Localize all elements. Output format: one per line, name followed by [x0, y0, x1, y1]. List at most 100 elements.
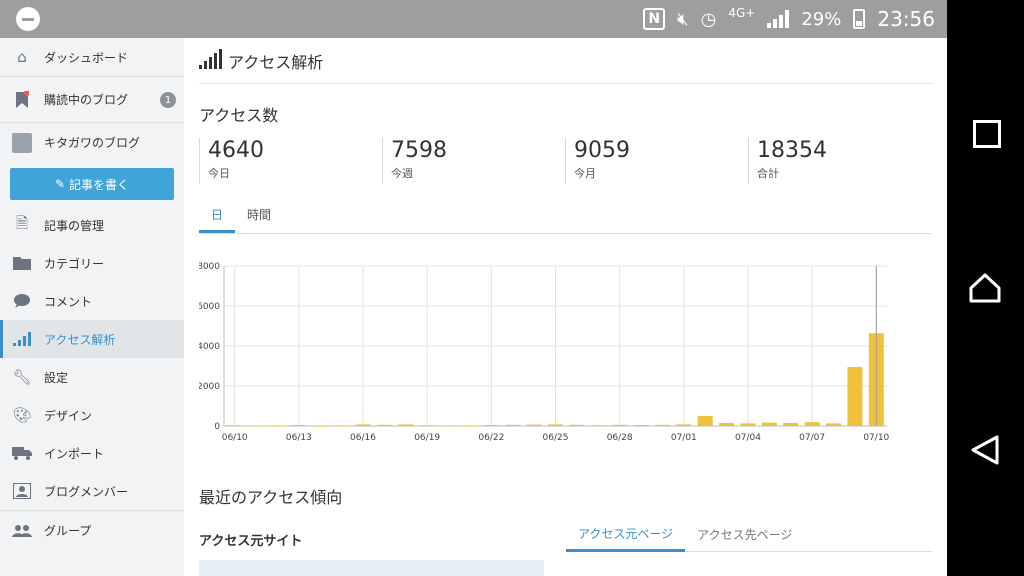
- sidebar-item-label: キタガワのブログ: [44, 136, 141, 150]
- android-nav-bar: [947, 0, 1024, 576]
- sidebar-item-label: コメント: [44, 294, 93, 309]
- chart-bar: [740, 423, 756, 426]
- bookmark-icon: [12, 90, 32, 110]
- sidebar-item-design[interactable]: 🎨︎ デザイン: [0, 396, 184, 434]
- write-article-button[interactable]: ✎ 記事を書く: [10, 168, 174, 200]
- sidebar-item-label: アクセス解析: [44, 332, 116, 347]
- main-content: アクセス解析 アクセス数 4640 今日 7598 今週 9059 今月 183…: [184, 38, 947, 576]
- edit-icon: ✎: [54, 177, 66, 191]
- notification-dnd-icon: [16, 7, 40, 31]
- x-tick-label: 07/10: [863, 433, 889, 443]
- chart-bar: [355, 424, 371, 426]
- chart-bar: [654, 424, 670, 426]
- chart-bar: [398, 424, 414, 426]
- back-triangle-icon: [971, 435, 999, 465]
- sidebar-item-label: グループ: [44, 524, 92, 538]
- chart-bar: [441, 425, 457, 427]
- y-tick-label: 2000: [199, 382, 220, 392]
- clock: 23:56: [877, 7, 935, 31]
- back-button[interactable]: [967, 432, 1003, 468]
- x-tick-label: 06/19: [414, 433, 440, 443]
- chart-bar: [633, 425, 649, 426]
- stat-total: 18354 合計: [748, 138, 931, 184]
- y-tick-label: 8000: [199, 262, 220, 272]
- member-icon: [12, 481, 32, 501]
- home-outline-icon: [969, 273, 1001, 303]
- sidebar-item-members[interactable]: ブログメンバー: [0, 472, 184, 510]
- y-tick-label: 0: [214, 422, 220, 432]
- trend-section: アクセス元サイト アクセス元ページ アクセス先ページ: [199, 518, 932, 576]
- chart-bar: [419, 425, 435, 427]
- page-title: アクセス解析: [199, 38, 932, 84]
- home-button[interactable]: [967, 270, 1003, 306]
- chart-bar: [761, 422, 777, 426]
- chart-bar: [269, 425, 285, 427]
- network-type: 4G+: [728, 6, 756, 20]
- access-chart: 0 2000 4000 6000 8000 06/10 06/13 06/16 06/19 06/…: [197, 258, 932, 458]
- chart-bar: [526, 424, 542, 426]
- sidebar-item-comments[interactable]: コメント: [0, 282, 184, 320]
- chart-bar: [462, 425, 478, 427]
- section-title-trend: 最近のアクセス傾向: [199, 488, 343, 507]
- chart-bar: [291, 425, 307, 426]
- sidebar-item-settings[interactable]: 🔧︎ 設定: [0, 358, 184, 396]
- sidebar-item-categories[interactable]: カテゴリー: [0, 244, 184, 282]
- sidebar-item-groups[interactable]: グループ: [0, 510, 184, 550]
- source-site-list: [199, 560, 544, 576]
- sidebar-item-label: ダッシュボード: [44, 50, 129, 65]
- sidebar-item-label: カテゴリー: [44, 256, 105, 271]
- sidebar-item-label: 購読中のブログ: [44, 93, 129, 107]
- document-icon: 🗎︎: [15, 213, 29, 232]
- sidebar-item-subscribed[interactable]: 購読中のブログ 1: [0, 76, 184, 122]
- tab-source-page[interactable]: アクセス元ページ: [566, 518, 686, 552]
- page-tabs: アクセス元ページ アクセス先ページ: [566, 518, 932, 552]
- chart-bar: [548, 424, 563, 426]
- sidebar-item-dashboard[interactable]: ⌂ ダッシュボード: [0, 38, 184, 76]
- sidebar: ⌂ ダッシュボード 購読中のブログ 1 キタガワのブログ ✎ 記事を書く 🗎︎ …: [0, 38, 184, 576]
- folder-icon: [12, 253, 32, 273]
- status-bar: N 🔇︎ ◷ 4G+ 29% 23:56: [0, 0, 947, 38]
- unread-badge: 1: [160, 92, 176, 108]
- access-stats: 4640 今日 7598 今週 9059 今月 18354 合計: [199, 138, 932, 184]
- chart-bar: [804, 422, 820, 426]
- tab-day[interactable]: 日: [199, 206, 236, 233]
- sidebar-item-blog[interactable]: キタガワのブログ: [0, 122, 184, 162]
- sidebar-item-label: 記事の管理: [44, 218, 105, 233]
- group-icon: [12, 521, 32, 541]
- bar-signal-icon: [199, 48, 222, 69]
- sidebar-item-label: デザイン: [44, 408, 93, 423]
- sidebar-item-access-analytics[interactable]: アクセス解析: [0, 320, 184, 358]
- sidebar-item-articles[interactable]: 🗎︎ 記事の管理: [0, 206, 184, 244]
- tab-destination-page[interactable]: アクセス先ページ: [685, 518, 804, 552]
- y-tick-label: 4000: [199, 342, 220, 352]
- chart-bar: [826, 423, 842, 426]
- chart-bar: [227, 425, 243, 427]
- palette-icon: 🎨︎: [12, 406, 32, 424]
- y-tick-label: 6000: [199, 302, 220, 312]
- signal-icon: [767, 10, 790, 28]
- alarm-icon: ◷: [700, 8, 717, 30]
- chart-bar: [612, 424, 628, 426]
- truck-icon: [12, 443, 32, 463]
- x-tick-label: 07/04: [735, 433, 761, 443]
- section-title-access-count: アクセス数: [199, 106, 279, 125]
- x-tick-label: 06/16: [350, 433, 376, 443]
- sidebar-item-import[interactable]: インポート: [0, 434, 184, 472]
- chart-bar: [334, 425, 350, 427]
- mute-icon: 🔇︎: [677, 8, 689, 30]
- app-window: ⌂ ダッシュボード 購読中のブログ 1 キタガワのブログ ✎ 記事を書く 🗎︎ …: [0, 38, 947, 576]
- source-site-title: アクセス元サイト: [199, 534, 303, 549]
- comment-icon: [12, 291, 32, 311]
- x-tick-label: 06/25: [543, 433, 569, 443]
- recent-apps-button[interactable]: [967, 114, 1003, 150]
- battery-icon: [853, 9, 866, 29]
- chart-bar: [505, 424, 521, 426]
- tab-hour[interactable]: 時間: [235, 206, 283, 233]
- wrench-icon: 🔧︎: [12, 368, 32, 386]
- chart-bar: [312, 425, 328, 427]
- access-chart-svg: 0 2000 4000 6000 8000 06/10 06/13 06/16 06/19 06/…: [197, 262, 889, 443]
- sidebar-item-label: ブログメンバー: [44, 484, 129, 499]
- bar-signal-icon: [12, 329, 32, 349]
- chart-bar: [248, 425, 264, 427]
- chart-bar: [697, 416, 713, 426]
